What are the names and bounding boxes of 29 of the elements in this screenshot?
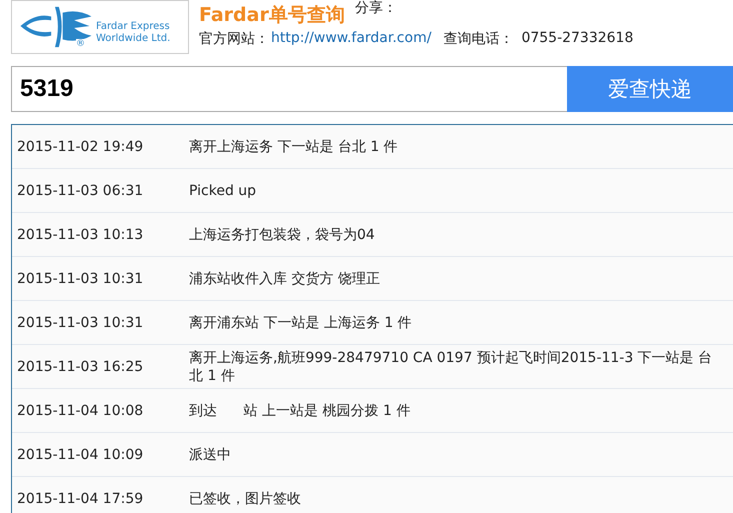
event-description: 离开上海运务,航班999-28479710 CA 0197 预计起飞时间2015-11-3 下一站是 台北 1 件 (189, 348, 714, 384)
event-time: 2015-11-03 10:31 (16, 314, 144, 330)
event-time: 2015-11-03 06:31 (16, 182, 144, 198)
event-time: 2015-11-02 19:49 (16, 138, 144, 154)
event-time: 2015-11-03 16:25 (16, 358, 144, 374)
phone-label: 查询电话： (443, 30, 514, 48)
phone-number: 0755-27332618 (521, 30, 634, 48)
event-time: 2015-11-04 10:08 (16, 402, 144, 418)
event-description: 离开上海运务 下一站是 台北 1 件 (189, 138, 399, 156)
event-description: 上海运务打包装袋，袋号为04 (189, 226, 376, 244)
event-description: 到达 站 上一站是 桃园分拨 1 件 (189, 402, 412, 420)
registered-mark: ® (76, 39, 85, 49)
event-description: 离开浦东站 下一站是 上海运务 1 件 (189, 314, 413, 332)
event-time: 2015-11-04 10:09 (16, 446, 144, 462)
site-link[interactable]: http://www.fardar.com/ (271, 30, 432, 48)
site-label: 官方网站： (199, 30, 269, 48)
search-button[interactable]: 爱查快递 (567, 66, 733, 112)
event-time: 2015-11-04 17:59 (16, 490, 144, 506)
share-label: 分享： (354, 0, 397, 16)
event-description: 已签收，图片签收 (189, 490, 302, 508)
logo-text: Worldwide Ltd. (96, 33, 170, 45)
tracking-number-field[interactable]: 5319 (11, 66, 567, 112)
event-description: Picked up (189, 182, 258, 200)
event-time: 2015-11-03 10:13 (16, 226, 144, 242)
event-description: 派送中 (189, 446, 232, 464)
logo-text: Fardar Express (96, 21, 170, 33)
event-time: 2015-11-03 10:31 (16, 270, 144, 286)
page-title: Fardar单号查询 (199, 3, 345, 28)
event-description: 浦东站收件入库 交货方 饶理正 (189, 270, 381, 288)
